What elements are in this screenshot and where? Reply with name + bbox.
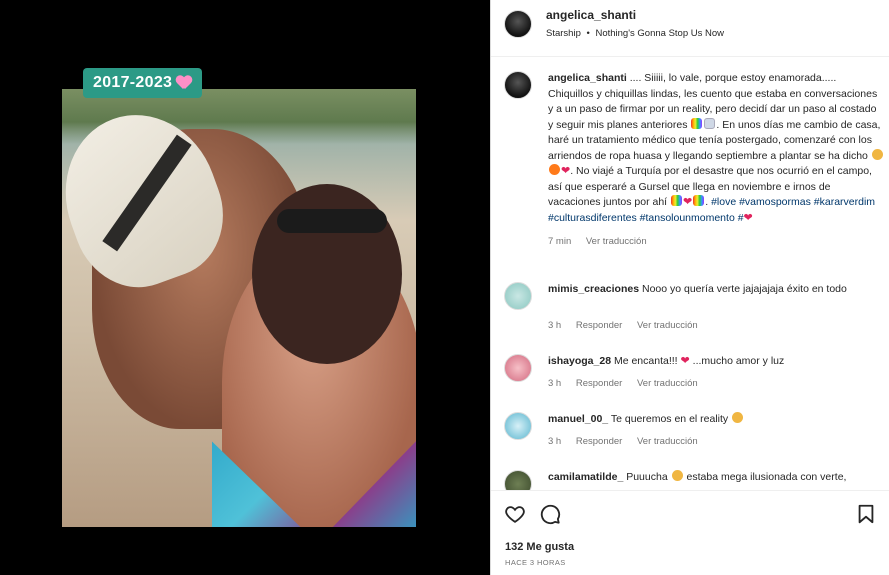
year-badge: 2017-2023 — [83, 68, 203, 98]
comment-body: Te queremos en el reality — [608, 413, 732, 425]
commenter-avatar[interactable] — [504, 412, 532, 440]
translate-link[interactable]: Ver traducción — [637, 378, 698, 389]
comment-meta: 3 h Responder Ver traducción — [548, 436, 710, 447]
year-badge-text: 2017-2023 — [93, 74, 173, 91]
commenter-username[interactable]: manuel_00_ — [548, 413, 608, 425]
comment-text: ishayoga_28 Me encanta!!! ❤ ...mucho amo… — [548, 354, 883, 369]
farmer-icon — [871, 148, 883, 160]
caption-meta: 7 min Ver traducción — [548, 234, 884, 250]
post-side-panel: angelica_shanti Starship • Nothing's Gon… — [490, 0, 889, 575]
smiling-face-icon — [549, 164, 560, 175]
comment-time: 3 h — [548, 436, 562, 447]
caption-translate-link[interactable]: Ver traducción — [586, 236, 647, 247]
translate-link[interactable]: Ver traducción — [637, 320, 698, 331]
heart-with-ribbon-icon — [176, 76, 192, 90]
reply-link[interactable]: Responder — [576, 320, 622, 331]
couple-icon — [671, 195, 682, 206]
comment-text: manuel_00_ Te queremos en el reality — [548, 412, 883, 427]
commenter-avatar[interactable] — [504, 354, 532, 382]
comment-body-2: estaba mega ilusionada con verte, — [683, 471, 847, 483]
comment-bubble-icon[interactable] — [539, 503, 561, 525]
red-heart-icon: ❤ — [561, 165, 571, 177]
comment-meta: 3 h Responder Ver traducción — [548, 378, 710, 389]
bookmark-save-icon[interactable] — [855, 503, 877, 525]
disappointed-face-icon — [671, 470, 683, 481]
photo-sunglasses — [277, 209, 387, 233]
author-avatar[interactable] — [504, 10, 532, 38]
commenter-avatar[interactable] — [504, 282, 532, 310]
comment-body: Puuucha — [623, 471, 671, 483]
translate-link[interactable]: Ver traducción — [637, 436, 698, 447]
rainbow-icon — [691, 117, 703, 129]
reply-link[interactable]: Responder — [576, 436, 622, 447]
comment-time: 3 h — [548, 378, 562, 389]
song-artist: Starship — [546, 28, 581, 39]
audio-track[interactable]: Starship • Nothing's Gonna Stop Us Now — [546, 28, 724, 39]
red-heart-icon: ❤ — [683, 196, 693, 208]
post-header: angelica_shanti Starship • Nothing's Gon… — [491, 0, 889, 57]
author-username[interactable]: angelica_shanti — [546, 8, 636, 22]
commenter-username[interactable]: ishayoga_28 — [548, 355, 611, 367]
caption-text: angelica_shanti .... Siiiii, lo vale, po… — [548, 71, 884, 250]
red-heart-icon: ❤ — [743, 211, 753, 224]
likes-count[interactable]: 132 Me gusta — [505, 541, 574, 553]
commenter-username[interactable]: mimis_creaciones — [548, 283, 639, 295]
comment-meta: 3 h Responder Ver traducción — [548, 320, 710, 331]
comment-text: camilamatilde_ Puuucha estaba mega ilusi… — [548, 470, 883, 485]
commenter-username[interactable]: camilamatilde_ — [548, 471, 623, 483]
post-time-ago: HACE 3 HORAS — [505, 558, 566, 567]
instagram-post-viewer: 2017-2023 angelica_shanti Starship • Not… — [0, 0, 889, 575]
caption-avatar[interactable] — [504, 71, 532, 99]
comment-body-2: ...mucho amor y luz — [689, 355, 785, 367]
post-actions-bar: 132 Me gusta HACE 3 HORAS — [491, 490, 889, 575]
memo-icon — [704, 117, 716, 129]
comment-time: 3 h — [548, 320, 562, 331]
caption-time: 7 min — [548, 236, 572, 247]
comment-body: Nooo yo quería verte jajajajaja éxito en… — [639, 283, 847, 295]
pensive-face-icon — [732, 412, 744, 423]
post-media-area: 2017-2023 — [0, 0, 490, 575]
post-photo[interactable] — [62, 89, 416, 527]
like-heart-icon[interactable] — [504, 503, 526, 525]
song-separator: • — [586, 28, 590, 39]
song-title: Nothing's Gonna Stop Us Now — [595, 28, 725, 39]
rainbow-icon — [693, 195, 705, 206]
red-heart-icon: ❤ — [680, 355, 690, 367]
caption-username[interactable]: angelica_shanti — [548, 72, 627, 84]
comment-text: mimis_creaciones Nooo yo quería verte ja… — [548, 282, 883, 297]
reply-link[interactable]: Responder — [576, 378, 622, 389]
comment-body: Me encanta!!! — [611, 355, 681, 367]
